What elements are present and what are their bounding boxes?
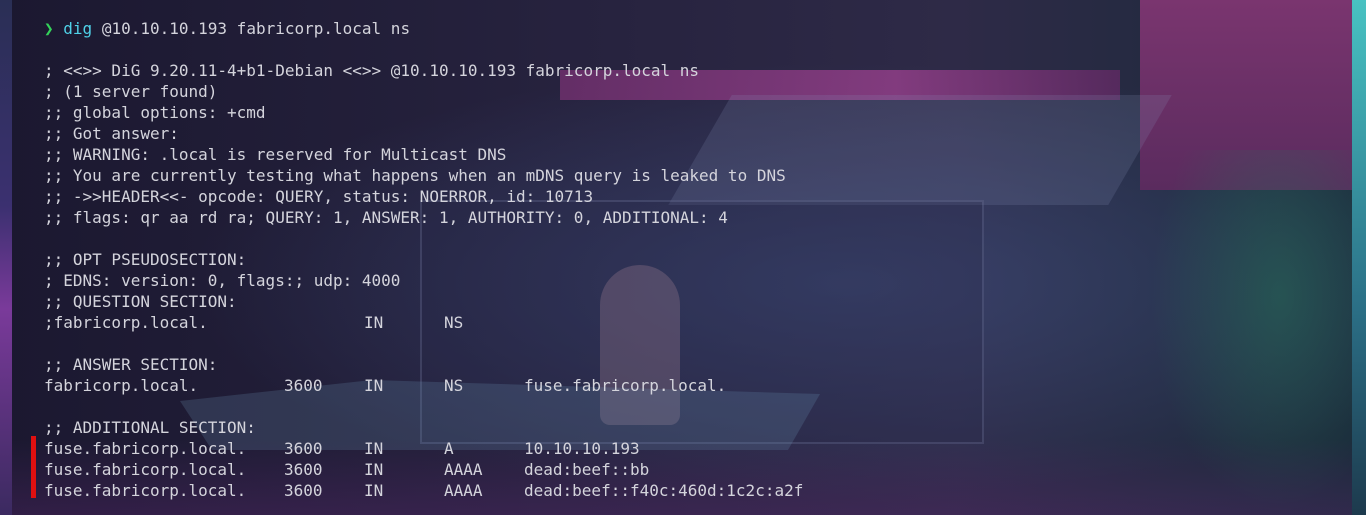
terminal-output[interactable]: ❯ dig @10.10.10.193 fabricorp.local ns ;… [44,18,1346,501]
prompt-arrow-icon: ❯ [44,19,54,38]
record-data: dead:beef::f40c:460d:1c2c:a2f [524,481,804,500]
record-type: AAAA [444,460,483,479]
record-name: fuse.fabricorp.local. [44,439,247,458]
additional-row: fuse.fabricorp.local. 3600 IN AAAA dead:beef… [44,480,1346,501]
additional-row: fuse.fabricorp.local. 3600 IN A 10.10.10.193 [44,438,1346,459]
record-data: 10.10.10.193 [524,439,640,458]
additional-section-title: ;; ADDITIONAL SECTION: [44,418,256,437]
output-line: ;; WARNING: .local is reserved for Multi… [44,145,507,164]
output-line: ;; flags: qr aa rd ra; QUERY: 1, ANSWER:… [44,208,728,227]
record-class: IN [364,439,384,458]
record-data: fuse.fabricorp.local. [524,376,727,395]
answer-section-title: ;; ANSWER SECTION: [44,355,218,374]
record-name: ;fabricorp.local. [44,313,208,332]
edns-line: ; EDNS: version: 0, flags:; udp: 4000 [44,271,401,290]
output-line: ;; global options: +cmd [44,103,266,122]
highlight-marker [31,436,36,498]
output-line: ; (1 server found) [44,82,218,101]
record-class: IN [364,376,384,395]
record-data: dead:beef::bb [524,460,650,479]
record-ttl: 3600 [284,481,323,500]
command-name: dig [63,19,93,38]
record-name: fuse.fabricorp.local. [44,481,247,500]
record-name: fabricorp.local. [44,376,199,395]
record-ttl: 3600 [284,439,323,458]
output-line: ;; Got answer: [44,124,179,143]
record-type: A [444,439,454,458]
record-type: AAAA [444,481,483,500]
record-ttl: 3600 [284,460,323,479]
record-class: IN [364,460,384,479]
record-ttl: 3600 [284,376,323,395]
record-name: fuse.fabricorp.local. [44,460,247,479]
command-prompt[interactable]: ❯ dig @10.10.10.193 fabricorp.local ns [44,18,1346,39]
question-row: ;fabricorp.local. IN NS [44,312,1346,333]
command-args: @10.10.10.193 fabricorp.local ns [92,19,411,38]
record-class: IN [364,313,384,332]
record-type: NS [444,313,464,332]
additional-row: fuse.fabricorp.local. 3600 IN AAAA dead:beef… [44,459,1346,480]
output-line: ; <<>> DiG 9.20.11-4+b1-Debian <<>> @10.… [44,61,700,80]
output-line: ;; You are currently testing what happen… [44,166,786,185]
question-section-title: ;; QUESTION SECTION: [44,292,237,311]
output-line: ;; ->>HEADER<<- opcode: QUERY, status: N… [44,187,594,206]
record-type: NS [444,376,464,395]
record-class: IN [364,481,384,500]
answer-row: fabricorp.local. 3600 IN NS fuse.fabricorp.l… [44,375,1346,396]
opt-section-title: ;; OPT PSEUDOSECTION: [44,250,247,269]
